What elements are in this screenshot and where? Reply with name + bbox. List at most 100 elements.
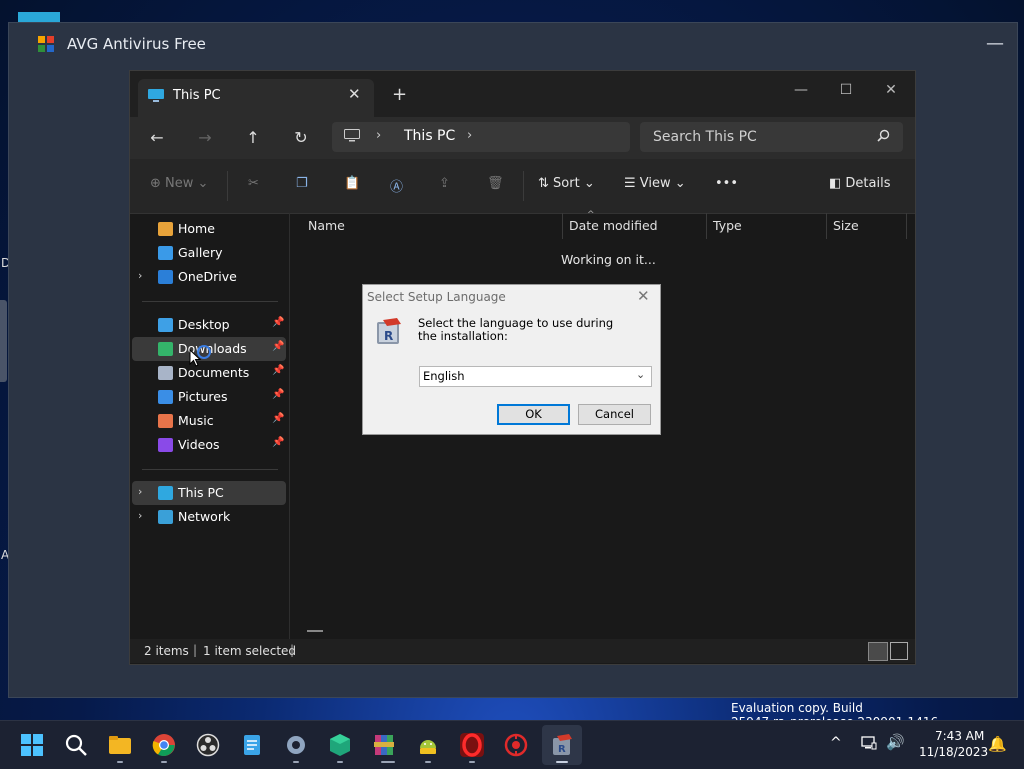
sidebar-item-label: Pictures: [178, 389, 228, 404]
column-separator[interactable]: [826, 213, 827, 239]
pin-icon[interactable]: 📌: [272, 365, 284, 376]
pin-icon[interactable]: 📌: [272, 413, 284, 424]
sidebar-item-pictures[interactable]: Pictures 📌: [132, 385, 286, 409]
ok-button[interactable]: OK: [497, 404, 570, 425]
sidebar-item-gallery[interactable]: Gallery: [132, 241, 286, 265]
back-button[interactable]: ←: [143, 126, 171, 150]
obs-icon[interactable]: [196, 733, 220, 757]
downloads-icon: [158, 342, 173, 356]
notepad-icon[interactable]: [240, 733, 264, 757]
pane-divider[interactable]: [289, 213, 290, 639]
avg-minimize-button[interactable]: —: [984, 33, 1006, 55]
chevron-right-icon[interactable]: ›: [138, 485, 142, 498]
volume-icon[interactable]: 🔊: [886, 733, 905, 751]
setup-app-icon[interactable]: R: [550, 733, 574, 757]
refresh-button[interactable]: ↻: [287, 126, 315, 150]
close-button[interactable]: ✕: [868, 77, 914, 103]
address-bar[interactable]: › This PC ›: [332, 122, 630, 152]
start-icon[interactable]: [20, 733, 44, 757]
search-icon[interactable]: [877, 129, 890, 142]
details-view-icon[interactable]: [868, 642, 888, 661]
pin-icon[interactable]: 📌: [272, 437, 284, 448]
scrollbar-thumb[interactable]: [307, 630, 323, 632]
tab-label: This PC: [173, 88, 221, 103]
chrome-icon[interactable]: [152, 733, 176, 757]
avg-window-title: AVG Antivirus Free: [67, 35, 206, 53]
android-app-icon[interactable]: [416, 733, 440, 757]
file-explorer-icon[interactable]: [108, 733, 132, 757]
chevron-down-icon: ⌄: [579, 176, 595, 191]
breadcrumb-this-pc[interactable]: This PC: [404, 128, 455, 144]
sidebar-item-network[interactable]: › Network: [132, 505, 286, 529]
view-button[interactable]: ☰ View ⌄: [624, 176, 686, 191]
maximize-button[interactable]: ☐: [823, 77, 869, 103]
up-button[interactable]: ↑: [239, 126, 267, 150]
column-separator[interactable]: [562, 213, 563, 239]
running-indicator: [293, 761, 299, 763]
sidebar-item-home[interactable]: Home: [132, 217, 286, 241]
sort-button[interactable]: ⇅ Sort ⌄: [538, 176, 595, 191]
tab-this-pc[interactable]: This PC ✕: [138, 79, 374, 117]
show-hidden-icons-button[interactable]: ^: [830, 735, 842, 751]
sidebar-item-this-pc[interactable]: › This PC: [132, 481, 286, 505]
search-icon[interactable]: [64, 733, 88, 757]
tab-close-button[interactable]: ✕: [348, 85, 361, 103]
details-button[interactable]: ◧ Details: [829, 176, 891, 191]
box-app-icon[interactable]: [328, 733, 352, 757]
chevron-right-icon[interactable]: ›: [467, 128, 472, 143]
music-icon: [158, 414, 173, 428]
status-separator: |: [193, 643, 198, 657]
cancel-button[interactable]: Cancel: [578, 404, 651, 425]
sidebar-item-music[interactable]: Music 📌: [132, 409, 286, 433]
column-separator[interactable]: [706, 213, 707, 239]
search-box[interactable]: Search This PC: [640, 122, 903, 152]
minimize-button[interactable]: —: [778, 77, 824, 103]
delete-icon[interactable]: 🗑: [487, 176, 504, 191]
pin-icon[interactable]: 📌: [272, 389, 284, 400]
more-options-button[interactable]: •••: [715, 176, 738, 191]
column-type[interactable]: Type: [713, 218, 742, 233]
clock-date[interactable]: 11/18/2023: [919, 745, 988, 759]
column-separator[interactable]: [906, 213, 907, 239]
sidebar-item-documents[interactable]: Documents 📌: [132, 361, 286, 385]
chevron-right-icon[interactable]: ›: [376, 128, 381, 143]
onedrive-icon: [158, 270, 173, 284]
notification-bell-icon[interactable]: 🔔: [988, 735, 1007, 753]
view-label: View: [639, 176, 671, 191]
copy-icon[interactable]: ❐: [296, 176, 308, 191]
forward-button[interactable]: →: [191, 126, 219, 150]
settings-icon[interactable]: [284, 733, 308, 757]
chevron-right-icon[interactable]: ›: [138, 509, 142, 522]
language-select[interactable]: English ⌄: [419, 366, 652, 387]
security-app-icon[interactable]: [504, 733, 528, 757]
column-date-modified[interactable]: Date modified: [569, 218, 658, 233]
chevron-down-icon: ⌄: [193, 176, 209, 191]
clock-time[interactable]: 7:43 AM: [935, 729, 984, 743]
sidebar-divider: [142, 469, 278, 470]
new-button[interactable]: ⊕ New ⌄: [150, 176, 208, 191]
pin-icon[interactable]: 📌: [272, 317, 284, 328]
running-indicator: [161, 761, 167, 763]
details-label: Details: [845, 176, 891, 191]
paste-icon[interactable]: 📋: [344, 176, 360, 191]
svg-text:R: R: [384, 329, 393, 343]
sidebar-item-onedrive[interactable]: › OneDrive: [132, 265, 286, 289]
opera-icon[interactable]: [460, 733, 484, 757]
network-icon[interactable]: [861, 736, 877, 750]
large-icons-view-icon[interactable]: [890, 642, 908, 660]
desktop-icon: [158, 318, 173, 332]
winrar-icon[interactable]: [372, 733, 396, 757]
sidebar-item-desktop[interactable]: Desktop 📌: [132, 313, 286, 337]
cut-icon[interactable]: ✂: [248, 176, 259, 191]
column-size[interactable]: Size: [833, 218, 859, 233]
gallery-icon: [158, 246, 173, 260]
new-tab-button[interactable]: +: [392, 84, 407, 105]
sidebar-item-videos[interactable]: Videos 📌: [132, 433, 286, 457]
column-name[interactable]: Name: [308, 218, 345, 233]
chevron-right-icon[interactable]: ›: [138, 269, 142, 282]
dialog-close-button[interactable]: ✕: [637, 287, 650, 305]
tab-bar: This PC ✕ + — ☐ ✕: [130, 71, 915, 117]
rename-icon[interactable]: Ⓐ: [390, 176, 403, 195]
share-icon[interactable]: ⇪: [439, 176, 450, 191]
pin-icon[interactable]: 📌: [272, 341, 284, 352]
